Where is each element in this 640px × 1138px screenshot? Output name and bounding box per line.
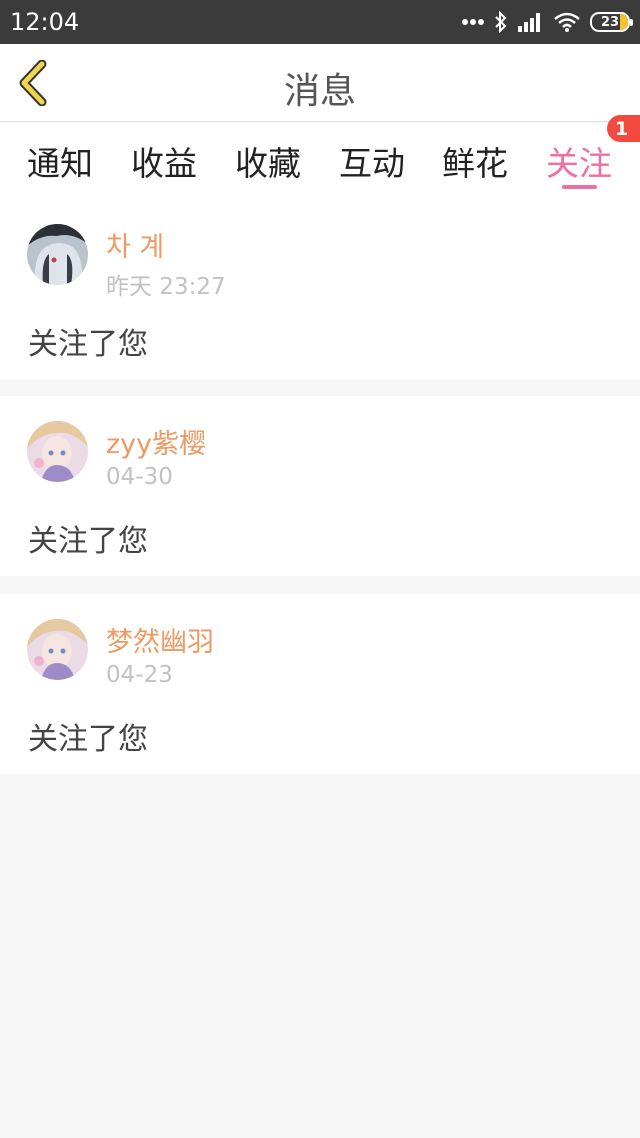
more-dots-icon [462, 18, 484, 26]
username[interactable]: 차 계 [106, 225, 164, 264]
tab-flowers[interactable]: 鲜花 [442, 137, 508, 185]
username[interactable]: 梦然幽羽 [106, 620, 214, 659]
tab-bar: 通知 收益 收藏 互动 鲜花 关注 [0, 123, 640, 199]
tab-interactions[interactable]: 互动 [339, 137, 405, 185]
timestamp: 04-23 [106, 662, 173, 688]
timestamp: 昨天 23:27 [106, 274, 226, 300]
message-text: 关注了您 [28, 722, 148, 757]
avatar[interactable] [27, 224, 88, 285]
status-bar: 12:04 23 [0, 0, 640, 44]
message-text: 关注了您 [28, 327, 148, 362]
avatar[interactable] [27, 421, 88, 482]
status-icons: 23 [462, 8, 633, 36]
header: 消息 [0, 44, 640, 122]
username[interactable]: zyy紫樱 [106, 422, 206, 461]
page-title: 消息 [283, 71, 356, 112]
battery-icon: 23 [590, 12, 633, 32]
message-item[interactable]: zyy紫樱 04-30 关注了您 [0, 396, 640, 576]
active-tab-indicator [562, 185, 597, 189]
avatar[interactable] [27, 619, 88, 680]
tab-earnings[interactable]: 收益 [131, 137, 197, 185]
tab-notifications[interactable]: 通知 [27, 137, 93, 185]
wifi-icon [554, 12, 580, 32]
message-text: 关注了您 [28, 524, 148, 559]
signal-icon [518, 12, 544, 32]
tab-favorites[interactable]: 收藏 [235, 137, 301, 185]
timestamp: 04-30 [106, 464, 173, 490]
bluetooth-icon [494, 11, 508, 33]
tab-follows[interactable]: 关注 [546, 137, 612, 185]
message-item[interactable]: 梦然幽羽 04-23 关注了您 [0, 594, 640, 774]
status-time: 12:04 [10, 8, 80, 36]
message-item[interactable]: 차 계 昨天 23:27 关注了您 [0, 199, 640, 379]
battery-level: 23 [600, 14, 620, 30]
tab-follows-badge: 1 [607, 115, 640, 142]
